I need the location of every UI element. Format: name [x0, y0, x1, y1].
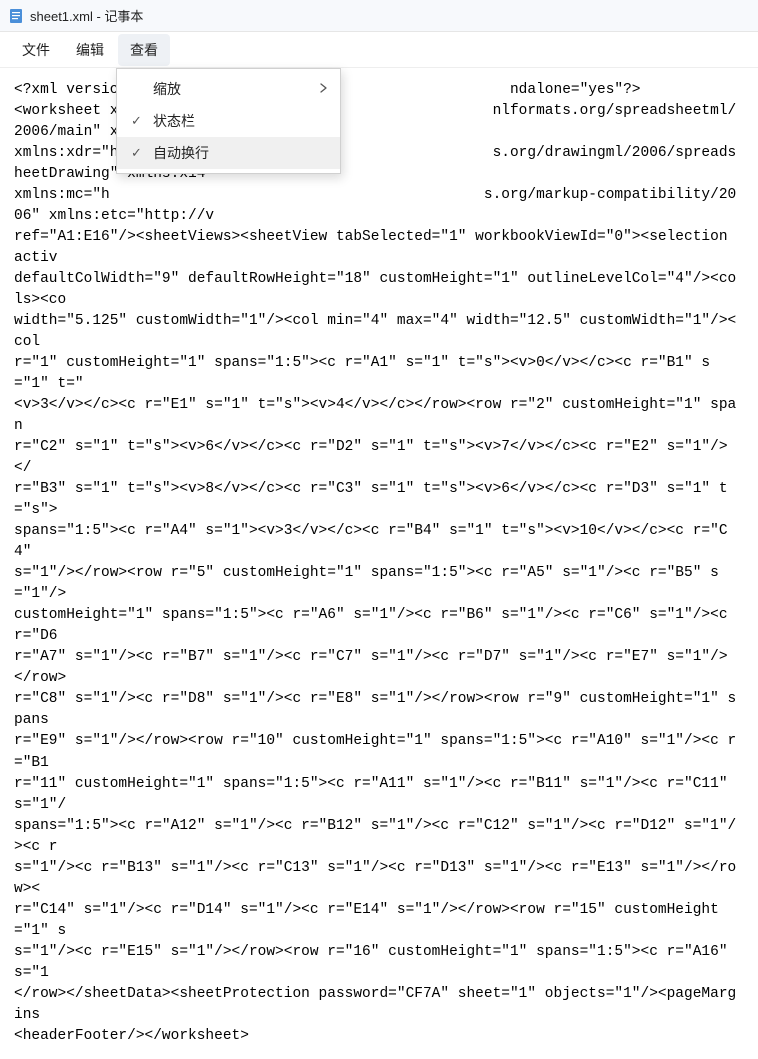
- menu-edit[interactable]: 编辑: [64, 34, 116, 66]
- menu-wordwrap-label: 自动换行: [153, 143, 328, 163]
- text-area[interactable]: <?xml version ndalone="yes"?> <worksheet…: [0, 68, 758, 1059]
- menu-zoom[interactable]: 缩放: [117, 73, 340, 105]
- window-title: sheet1.xml - 记事本: [30, 6, 143, 25]
- menu-file[interactable]: 文件: [10, 34, 62, 66]
- chevron-right-icon: [320, 82, 328, 96]
- title-bar: sheet1.xml - 记事本: [0, 0, 758, 32]
- check-icon: ✓: [131, 145, 153, 161]
- view-dropdown: 缩放 ✓ 状态栏 ✓ 自动换行: [116, 68, 341, 174]
- menu-zoom-label: 缩放: [153, 79, 320, 99]
- menu-view[interactable]: 查看: [118, 34, 170, 66]
- menu-wordwrap[interactable]: ✓ 自动换行: [117, 137, 340, 169]
- check-icon: ✓: [131, 113, 153, 129]
- menu-statusbar[interactable]: ✓ 状态栏: [117, 105, 340, 137]
- menu-bar: 文件 编辑 查看: [0, 32, 758, 68]
- app-icon: [8, 8, 24, 24]
- menu-statusbar-label: 状态栏: [153, 111, 328, 131]
